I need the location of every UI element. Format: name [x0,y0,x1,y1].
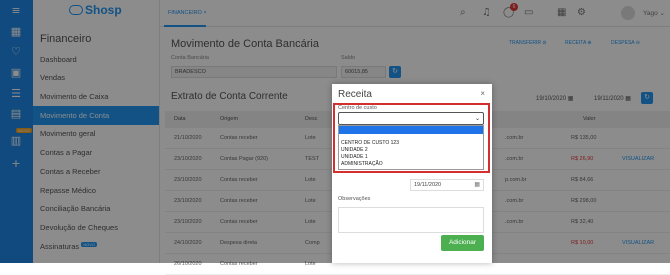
dropdown-option[interactable] [339,126,483,134]
notes-label: Observações [338,196,371,202]
receita-modal: Receita × Centro de custo ⌄ CENTRO DE CU… [332,84,492,263]
date-field[interactable]: 19/11/2020 ▦ [410,179,484,191]
calendar-icon: ▦ [474,182,480,188]
chevron-down-icon: ⌄ [474,116,480,122]
notes-textarea[interactable] [338,207,484,233]
modal-title: Receita [338,89,372,100]
cost-center-label: Centro de custo [338,105,377,111]
add-button[interactable]: Adicionar [441,235,484,251]
date-value: 19/11/2020 [414,182,442,188]
cost-center-select[interactable]: ⌄ [338,112,484,125]
dropdown-option[interactable]: ADMINISTRAÇÃO [339,160,483,168]
close-icon[interactable]: × [480,89,485,98]
cost-center-dropdown: CENTRO DE CUSTO 123 UNIDADE 2 UNIDADE 1 … [338,125,484,170]
